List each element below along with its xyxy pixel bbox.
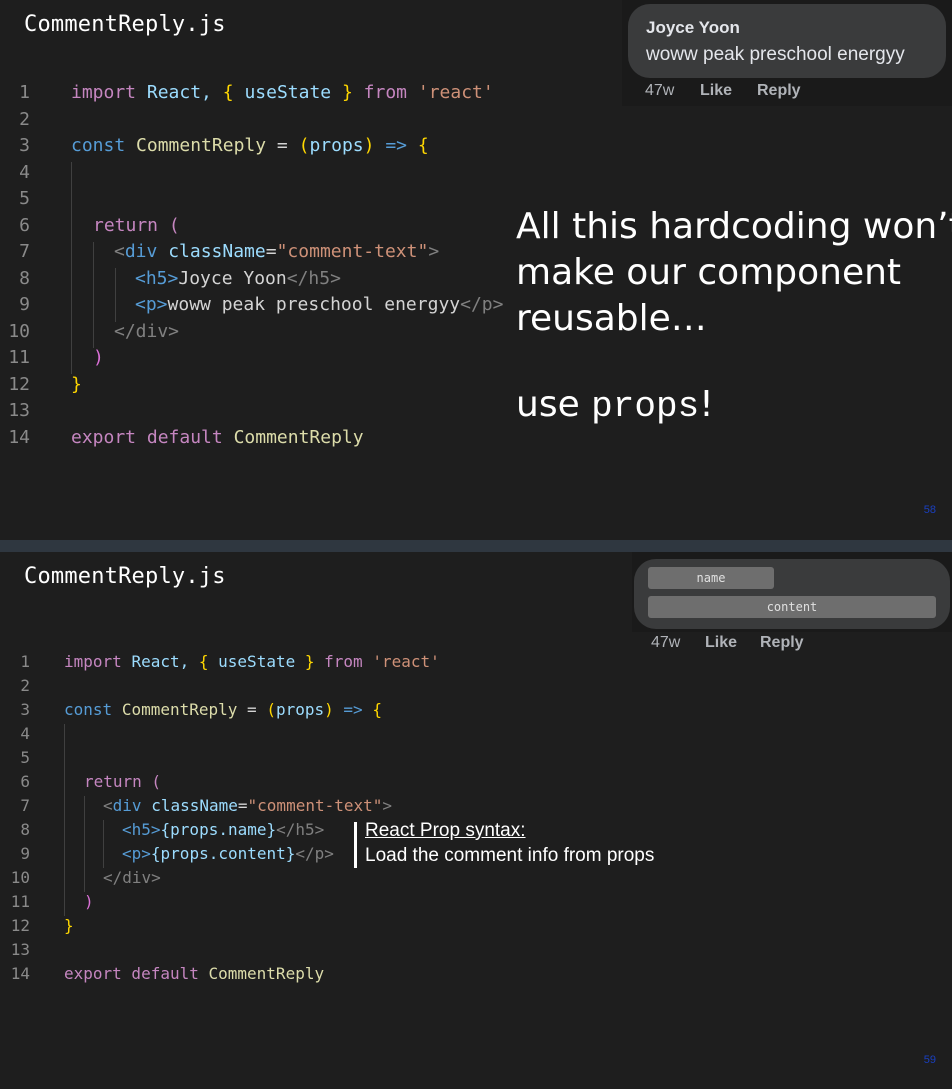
line-number: 9: [20, 844, 30, 863]
line-number: 2: [19, 108, 30, 130]
name-placeholder: name: [648, 567, 774, 589]
comment-age: 47w: [645, 82, 675, 99]
line-number: 6: [20, 772, 30, 791]
line-number: 11: [8, 347, 30, 368]
comment-card: Joyce Yoon woww peak preschool energyy 4…: [622, 0, 952, 106]
code-line: import React, { useState } from 'react': [64, 652, 440, 671]
line-number: 12: [8, 373, 30, 395]
line-number: 4: [20, 724, 30, 743]
code-line: export default CommentReply: [64, 964, 325, 983]
code-line: export default CommentReply: [71, 426, 364, 448]
line-number: 14: [10, 964, 30, 983]
annotation-line: All this hardcoding won’t: [516, 206, 952, 247]
content-placeholder: content: [648, 596, 936, 618]
code-line: </div>: [103, 868, 161, 887]
line-number: 2: [20, 676, 30, 695]
code-line: ): [93, 347, 104, 368]
code-line: }: [64, 916, 74, 935]
reply-button[interactable]: Reply: [760, 634, 804, 652]
code-line: <p>woww peak preschool energyy</p>: [135, 294, 504, 315]
annotation-use-props: use props!: [516, 384, 714, 427]
page-number: 58: [923, 504, 936, 516]
code-line: <p>{props.content}</p>: [122, 844, 334, 863]
line-number: 6: [19, 214, 30, 236]
code-line: return (: [84, 772, 162, 791]
line-number: 10: [8, 320, 30, 342]
comment-age: 47w: [651, 634, 681, 651]
reply-button[interactable]: Reply: [757, 82, 801, 100]
code-line: </div>: [114, 320, 180, 342]
like-button[interactable]: Like: [705, 634, 737, 652]
indent-guide: [93, 242, 94, 348]
indent-guide: [64, 724, 65, 916]
code-line: <div className="comment-text">: [103, 796, 393, 815]
annotation-bar: [354, 822, 357, 868]
file-title: CommentReply.js: [24, 564, 226, 589]
line-number: 5: [20, 748, 30, 767]
indent-guide: [115, 268, 116, 322]
annotation-title: React Prop syntax:: [365, 820, 526, 841]
line-number: 3: [20, 700, 30, 719]
line-number: 14: [8, 426, 30, 448]
line-number: 11: [10, 892, 30, 911]
file-title: CommentReply.js: [24, 12, 226, 37]
line-number: 1: [20, 652, 30, 671]
line-number: 13: [10, 940, 30, 959]
comment-card-template: name content: [632, 552, 952, 632]
line-number: 4: [19, 161, 30, 183]
annotation-line: make our component: [516, 252, 902, 293]
line-number: 12: [10, 916, 30, 935]
like-button[interactable]: Like: [700, 82, 732, 100]
code-line: const CommentReply = (props) => {: [71, 135, 429, 156]
code-line: }: [71, 373, 82, 395]
comment-author: Joyce Yoon: [646, 18, 740, 37]
annotation-body: Load the comment info from props: [365, 845, 655, 866]
line-number: 7: [20, 796, 30, 815]
line-number: 10: [10, 868, 30, 887]
code-line: import React, { useState } from 'react': [71, 82, 494, 103]
line-number: 13: [8, 400, 30, 421]
line-number: 9: [19, 294, 30, 315]
annotation-text: All this hardcoding won’t make our compo…: [516, 204, 952, 430]
line-number: 8: [20, 820, 30, 839]
code-line: return (: [93, 214, 180, 236]
indent-guide: [84, 796, 85, 892]
code-line: ): [84, 892, 94, 911]
slide-58: CommentReply.js 1 2 3 4 5 6 7 8 9 10 11 …: [0, 0, 952, 540]
comment-bubble: name content: [634, 559, 950, 629]
slide-59: CommentReply.js 1 2 3 4 5 6 7 8 9 10 11 …: [0, 552, 952, 1089]
line-number: 8: [19, 267, 30, 289]
line-number: 5: [19, 188, 30, 209]
line-number: 7: [19, 241, 30, 262]
page-number: 59: [923, 1054, 936, 1066]
line-number: 3: [19, 135, 30, 156]
indent-guide: [103, 820, 104, 868]
code-line: const CommentReply = (props) => {: [64, 700, 382, 719]
slide-divider: [0, 540, 952, 552]
code-line: <h5>Joyce Yoon</h5>: [135, 267, 341, 289]
annotation-line: reusable…: [516, 298, 707, 339]
comment-text: woww peak preschool energyy: [646, 44, 905, 65]
code-line: <h5>{props.name}</h5>: [122, 820, 325, 839]
indent-guide: [71, 162, 72, 374]
line-number: 1: [19, 82, 30, 103]
code-line: <div className="comment-text">: [114, 241, 440, 262]
comment-bubble: Joyce Yoon woww peak preschool energyy: [628, 4, 946, 78]
